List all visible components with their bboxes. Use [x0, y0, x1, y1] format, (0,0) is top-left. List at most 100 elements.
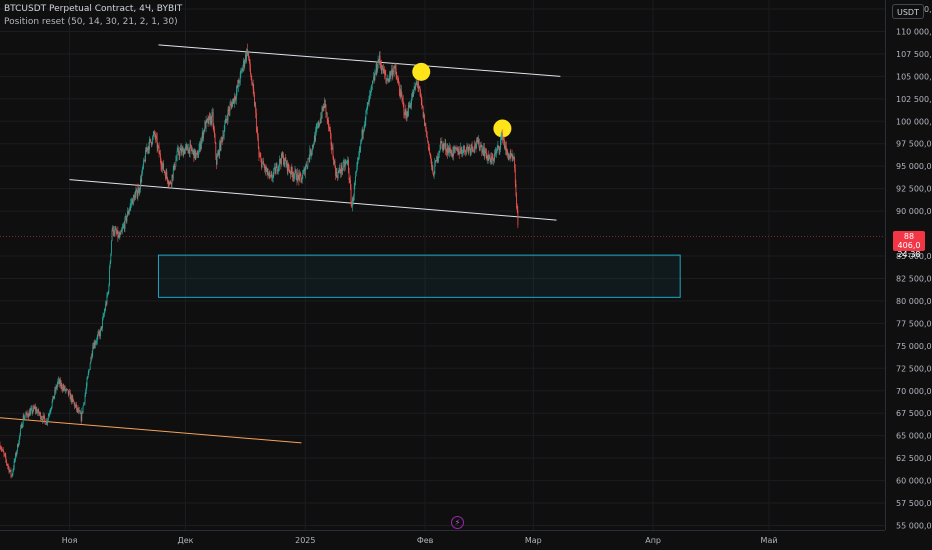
candle-body: [87, 376, 88, 380]
candle-body: [156, 136, 157, 138]
candle-body: [267, 168, 269, 176]
candle-body: [78, 410, 80, 412]
lightning-icon[interactable]: ⚡︎: [451, 516, 464, 529]
indicator-legend[interactable]: Position reset (50, 14, 30, 21, 2, 1, 30…: [4, 17, 178, 27]
price-tick-label: 65 000,0: [896, 432, 932, 441]
candle-body: [386, 78, 387, 82]
candle-body: [102, 315, 104, 320]
candle-body: [411, 98, 412, 105]
candle-body: [83, 402, 85, 407]
price-tick-label: 90 000,0: [896, 207, 932, 216]
candle-body: [158, 145, 159, 147]
candle-body: [128, 211, 130, 214]
candle-body: [503, 138, 505, 141]
candle-body: [107, 294, 108, 296]
candle-body: [164, 171, 166, 174]
candle-body: [271, 174, 273, 179]
candle-body: [459, 152, 461, 155]
candle-body: [425, 123, 427, 132]
chart-title[interactable]: BTCUSDT Perpetual Contract, 4Ч, BYBIT: [4, 4, 182, 14]
candle-body: [181, 148, 183, 154]
candle-body: [315, 128, 317, 131]
candle-body: [330, 134, 332, 146]
candle-body: [130, 202, 132, 207]
candle-body: [124, 217, 126, 229]
rectangle-zone[interactable]: [157, 254, 681, 298]
candle-body: [22, 424, 23, 428]
candle-body: [371, 83, 373, 85]
candle-body: [366, 106, 368, 110]
candle-body: [176, 151, 178, 158]
price-tick-label: 80 000,0: [896, 297, 932, 306]
candle-body: [184, 149, 186, 154]
candle-body: [16, 451, 18, 456]
candle-body: [453, 147, 454, 156]
candle-body: [307, 158, 309, 166]
candle-body: [200, 144, 202, 149]
currency-button[interactable]: USDT: [892, 4, 924, 19]
candle-body: [476, 139, 478, 141]
candle-body: [51, 400, 53, 407]
candle-body: [166, 172, 168, 178]
candle-body: [350, 188, 352, 203]
candle-body: [417, 83, 419, 87]
candle-body: [516, 207, 518, 211]
candle-body: [403, 103, 405, 114]
candle-body: [430, 155, 432, 159]
candle-body: [413, 89, 414, 97]
candle-body: [488, 157, 490, 160]
candle-body: [175, 160, 177, 167]
candle-body: [377, 68, 378, 72]
candle-body: [49, 412, 50, 414]
candle-body: [129, 206, 131, 210]
candle-body: [263, 164, 265, 167]
last-price-value: 88 406,0: [897, 232, 921, 250]
candle-body: [170, 182, 172, 184]
candle-body: [348, 171, 350, 180]
candle-body: [235, 99, 237, 100]
candle-body: [87, 372, 89, 377]
candle-body: [380, 62, 382, 66]
highlight-marker[interactable]: [412, 62, 431, 81]
candle-body: [89, 363, 91, 370]
candle-body: [143, 160, 145, 167]
candle-body: [500, 140, 501, 149]
candle-body: [329, 128, 331, 131]
candle-body: [517, 210, 519, 226]
price-chart[interactable]: 112 500,0110 000,0107 500,0105 000,0102 …: [0, 0, 932, 550]
candle-body: [400, 89, 402, 94]
candle-body: [360, 141, 362, 149]
candle-body: [91, 353, 93, 359]
candle-body: [27, 414, 29, 417]
candle-body: [18, 443, 20, 447]
candle-body: [179, 150, 181, 156]
price-tick-label: 110 000,0: [896, 27, 932, 36]
candle-body: [419, 87, 421, 92]
candle-body: [167, 181, 169, 185]
candle-body: [30, 408, 32, 411]
candle-body: [462, 149, 464, 154]
candle-body: [426, 132, 428, 138]
candle-body: [366, 109, 367, 111]
candle-body: [283, 163, 285, 165]
candle-body: [265, 166, 267, 172]
candle-body: [220, 137, 222, 151]
candle-body: [110, 253, 112, 262]
candle-body: [212, 112, 214, 127]
candle-body: [49, 411, 51, 413]
candle-body: [310, 152, 312, 156]
candle-body: [415, 83, 417, 85]
time-tick-label: Мар: [525, 536, 542, 545]
candle-body: [485, 148, 487, 155]
candle-body: [489, 155, 491, 160]
candle-body: [250, 74, 252, 80]
candle-body: [470, 149, 472, 153]
candle-body: [160, 160, 162, 166]
candle-body: [213, 126, 215, 130]
candle-body: [96, 341, 98, 342]
candle-body: [195, 153, 197, 158]
candle-body: [357, 161, 358, 166]
candle-body: [74, 405, 76, 408]
candle-body: [121, 228, 123, 231]
candle-body: [24, 417, 25, 420]
